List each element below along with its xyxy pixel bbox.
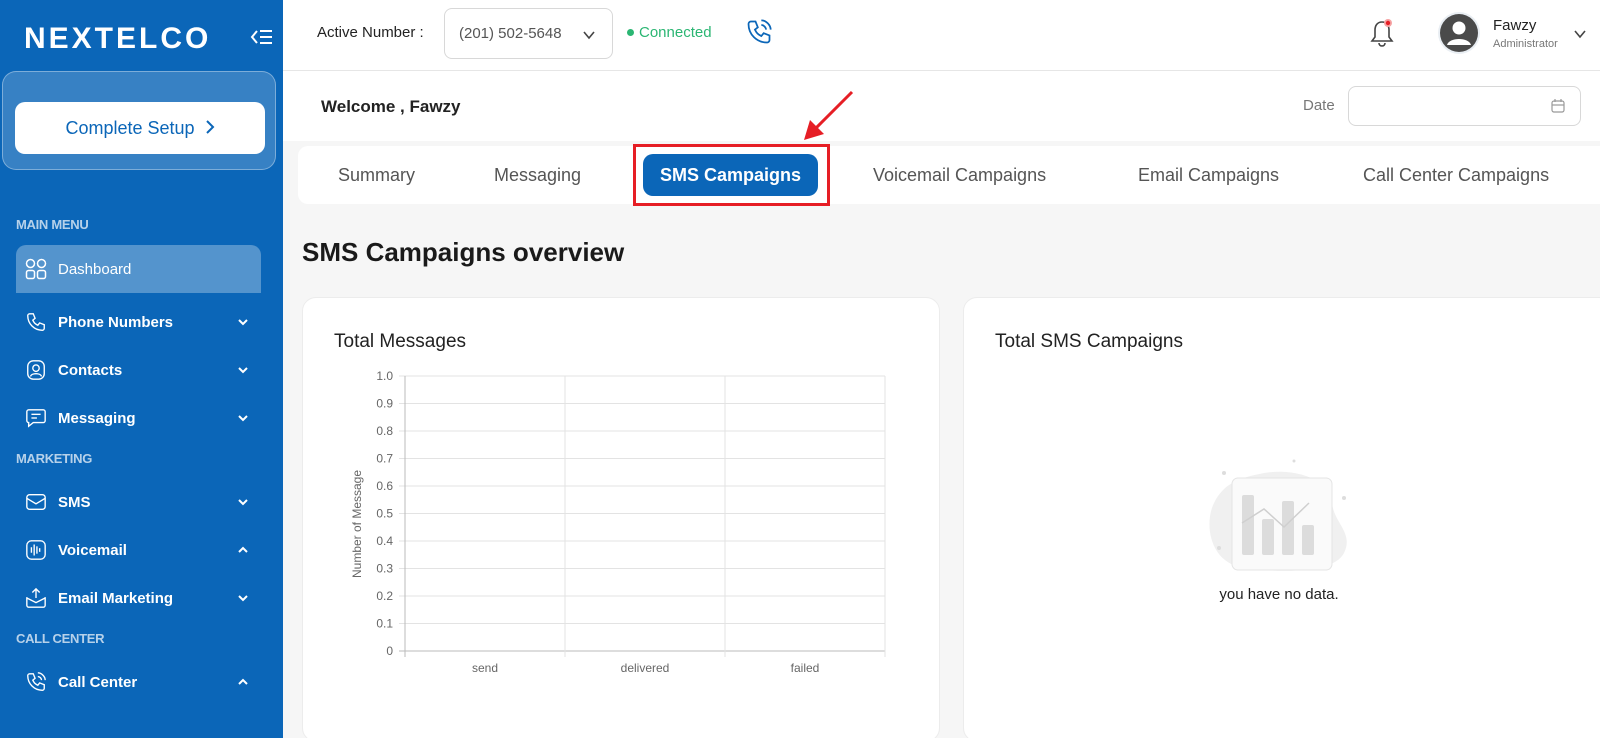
tab-call-center-campaigns[interactable]: Call Center Campaigns — [1363, 146, 1549, 204]
x-tick-label: failed — [791, 661, 820, 675]
section-main-menu: MAIN MENU — [16, 217, 89, 232]
voicemail-icon — [24, 538, 48, 562]
tab-summary[interactable]: Summary — [338, 146, 415, 204]
phone-icon — [24, 310, 48, 334]
sidebar-item-label: Voicemail — [58, 541, 127, 559]
y-tick-label: 0.6 — [376, 479, 393, 493]
sidebar-item-label: Dashboard — [58, 260, 132, 278]
y-tick-label: 1.0 — [376, 369, 393, 383]
y-tick-label: 0.9 — [376, 397, 393, 411]
notification-bell-icon[interactable] — [1368, 18, 1398, 48]
welcome-row: Welcome , Fawzy Date — [283, 71, 1600, 141]
empty-state-text: you have no data. — [1219, 586, 1339, 603]
sidebar-item-label: Contacts — [58, 361, 123, 379]
setup-card: Complete Setup — [2, 71, 276, 170]
sidebar-item-phone-numbers[interactable]: Phone Numbers — [16, 298, 261, 346]
connection-status: Connected — [627, 24, 712, 41]
sidebar-item-voicemail[interactable]: Voicemail — [16, 526, 261, 574]
y-tick-label: 0 — [386, 644, 393, 658]
y-tick-label: 0.5 — [376, 507, 393, 521]
calendar-icon — [1550, 98, 1566, 114]
card-title: Total SMS Campaigns — [995, 331, 1183, 352]
logo: NEXTELCO — [24, 22, 212, 55]
section-marketing: MARKETING — [16, 451, 93, 466]
date-label: Date — [1303, 97, 1335, 114]
date-picker-input[interactable] — [1348, 86, 1581, 126]
contacts-icon — [24, 358, 48, 382]
status-text: Connected — [639, 24, 712, 41]
chevron-down-icon — [582, 28, 596, 42]
sidebar-item-call-center[interactable]: Call Center — [16, 658, 261, 706]
y-tick-label: 0.8 — [376, 424, 393, 438]
sidebar-item-label: Phone Numbers — [58, 313, 174, 331]
tab-email-campaigns[interactable]: Email Campaigns — [1138, 146, 1279, 204]
chevron-up-icon — [237, 675, 249, 687]
sidebar-item-email-marketing[interactable]: Email Marketing — [16, 574, 261, 622]
sidebar-item-dashboard[interactable]: Dashboard — [16, 245, 261, 293]
tab-messaging[interactable]: Messaging — [494, 146, 581, 204]
total-sms-campaigns-card: Total SMS Campaigns you have no data. — [963, 297, 1600, 738]
active-number-value: (201) 502-5648 — [459, 25, 562, 42]
active-number-label: Active Number : — [317, 24, 424, 41]
complete-setup-button[interactable]: Complete Setup — [15, 102, 265, 154]
sidebar-item-sms[interactable]: SMS — [16, 478, 261, 526]
phone-call-icon[interactable] — [745, 18, 775, 48]
page-title: SMS Campaigns overview — [302, 237, 625, 267]
x-tick-label: send — [472, 661, 498, 675]
chevron-up-icon — [237, 543, 249, 555]
sms-icon — [24, 490, 48, 514]
welcome-text: Welcome , Fawzy — [321, 97, 461, 116]
highlight-box — [633, 144, 830, 206]
y-tick-label: 0.2 — [376, 589, 393, 603]
collapse-sidebar-icon[interactable] — [250, 26, 274, 48]
chevron-down-icon — [237, 591, 249, 603]
tab-voicemail-campaigns[interactable]: Voicemail Campaigns — [873, 146, 1046, 204]
email-icon — [24, 586, 48, 610]
bar-chart: 0 0.1 0.2 0.3 0.4 0.5 0.6 0.7 0.8 0.9 1.0 send deli… — [350, 369, 886, 675]
user-name: Fawzy — [1493, 17, 1537, 34]
sidebar-item-label: Email Marketing — [58, 589, 174, 607]
message-icon — [24, 406, 48, 430]
user-menu-chevron-down-icon[interactable] — [1573, 27, 1587, 41]
active-number-select[interactable]: (201) 502-5648 — [444, 8, 613, 59]
chevron-down-icon — [237, 495, 249, 507]
sidebar-item-messaging[interactable]: Messaging — [16, 394, 261, 442]
y-tick-label: 0.7 — [376, 452, 393, 466]
y-tick-label: 0.4 — [376, 534, 393, 548]
total-messages-card: Total Messages 0 0.1 0.2 0.3 0.4 0.5 0.6 0.7 0.8… — [302, 297, 940, 738]
chevron-down-icon — [237, 411, 249, 423]
red-arrow-icon — [800, 86, 862, 146]
sidebar-item-contacts[interactable]: Contacts — [16, 346, 261, 394]
chevron-right-icon — [205, 118, 215, 139]
status-dot-icon — [627, 29, 634, 36]
sidebar-item-label: Messaging — [58, 409, 136, 427]
x-tick-label: delivered — [621, 661, 670, 675]
section-call-center: CALL CENTER — [16, 631, 105, 646]
empty-chart-icon — [1184, 453, 1364, 603]
call-center-icon — [24, 670, 48, 694]
grid-icon — [24, 257, 48, 281]
chevron-down-icon — [237, 363, 249, 375]
top-bar: Active Number : (201) 502-5648 Connected… — [283, 0, 1600, 71]
sidebar-item-label: Call Center — [58, 673, 138, 691]
user-role: Administrator — [1493, 38, 1558, 50]
complete-setup-label: Complete Setup — [65, 117, 195, 138]
chevron-down-icon — [237, 315, 249, 327]
y-tick-label: 0.3 — [376, 562, 393, 576]
sidebar: NEXTELCO Complete Setup MAIN MENU Dashbo… — [0, 0, 283, 738]
y-tick-label: 0.1 — [376, 617, 393, 631]
tab-bar: Summary Messaging SMS Campaigns Voicemai… — [298, 146, 1600, 204]
y-axis-label: Number of Message — [350, 470, 364, 578]
sidebar-item-label: SMS — [58, 493, 91, 511]
avatar[interactable] — [1438, 12, 1480, 54]
